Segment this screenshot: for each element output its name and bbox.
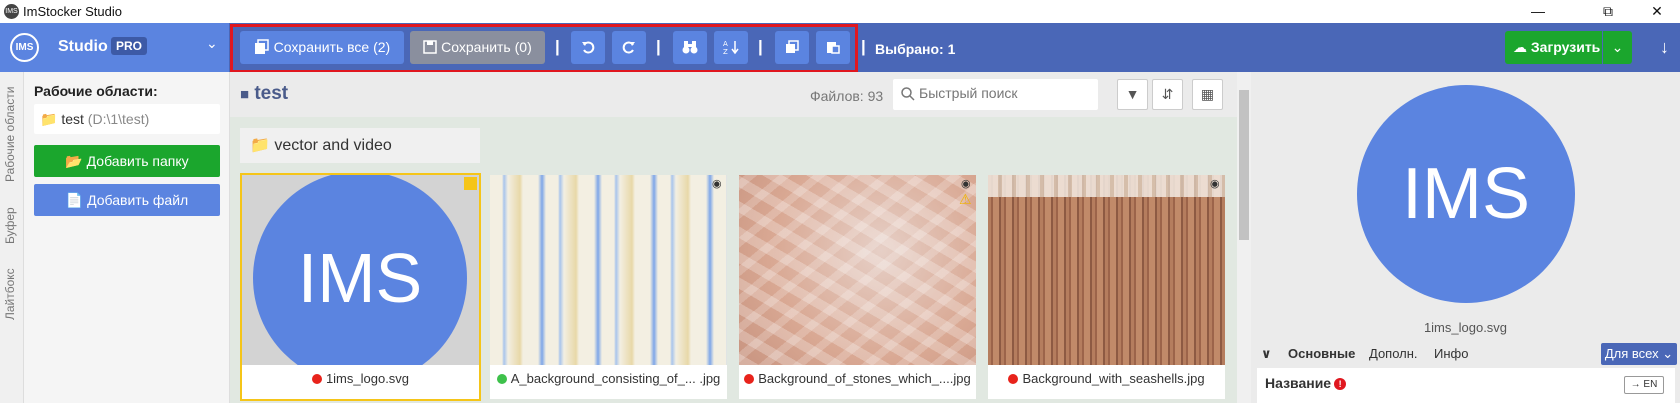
title-field-group: Название! → EN bbox=[1257, 368, 1675, 403]
apply-to-all-label: Для всех bbox=[1604, 346, 1659, 361]
ims-logo: IMS bbox=[253, 175, 467, 365]
brand-menu[interactable]: IMS Studio PRO ⌄ bbox=[0, 23, 229, 72]
thumbnail: ◉ bbox=[490, 175, 727, 365]
status-dot bbox=[496, 374, 507, 384]
add-folder-label: Добавить папку bbox=[86, 153, 189, 169]
chevron-down-icon: ⌄ bbox=[206, 35, 218, 51]
file-browser-header: ■ test Файлов: 93 ▼ ⇵ ▦ bbox=[230, 72, 1237, 117]
subfolder-item[interactable]: 📁 vector and video bbox=[240, 128, 480, 163]
restore-button[interactable]: ⧉ bbox=[1585, 0, 1631, 23]
filter-button[interactable]: ▼ bbox=[1117, 79, 1148, 110]
thumbnail: IMS bbox=[242, 175, 479, 365]
tab-workspaces-label: Рабочие области bbox=[3, 86, 17, 182]
filter-icon: ▼ bbox=[1125, 86, 1140, 102]
workspace-name: test bbox=[61, 111, 84, 127]
file-card[interactable]: IMS 1ims_logo.svg bbox=[240, 173, 481, 401]
scrollbar-thumb[interactable] bbox=[1239, 90, 1249, 240]
quick-search[interactable] bbox=[893, 79, 1098, 110]
file-caption: Background_of_stones_which_....jpg bbox=[739, 371, 976, 386]
title-bar: IMS ImStocker Studio — ⧉ ✕ bbox=[0, 0, 1680, 23]
close-button[interactable]: ✕ bbox=[1634, 0, 1680, 23]
thumbnail: ◉ ⚠ bbox=[739, 175, 976, 365]
minimize-button[interactable]: — bbox=[1515, 0, 1561, 23]
sort-icon: ⇵ bbox=[1161, 86, 1174, 102]
camera-icon: ◉ bbox=[961, 178, 971, 190]
status-dot bbox=[311, 374, 322, 384]
tab-additional[interactable]: Дополн. bbox=[1369, 346, 1418, 361]
pro-badge: PRO bbox=[111, 37, 148, 55]
upload-label: Загрузить bbox=[1530, 39, 1601, 55]
file-card[interactable]: ◉ Background_with_seashells.jpg bbox=[988, 175, 1225, 399]
add-file-label: Добавить файл bbox=[87, 192, 189, 208]
preview-image: IMS bbox=[1357, 85, 1575, 303]
file-card[interactable]: ◉ ⚠ Background_of_stones_which_....jpg bbox=[739, 175, 976, 399]
warning-icon: ⚠ bbox=[959, 191, 972, 207]
search-icon bbox=[901, 87, 915, 101]
vertical-scrollbar[interactable] bbox=[1237, 72, 1251, 403]
vector-badge-icon bbox=[464, 177, 477, 190]
tab-lightbox-label: Лайтбокс bbox=[3, 268, 17, 320]
file-caption: A_background_consisting_of_... .jpg bbox=[490, 371, 727, 386]
app-icon: IMS bbox=[4, 4, 19, 19]
brand-name: Studio bbox=[58, 38, 108, 55]
apply-to-all-dropdown[interactable]: Для всех ⌄ bbox=[1601, 343, 1677, 365]
file-card[interactable]: ◉ A_background_consisting_of_... .jpg bbox=[490, 175, 727, 399]
file-name: 1ims_logo.svg bbox=[325, 371, 410, 386]
upload-button[interactable]: ☁ Загрузить bbox=[1505, 31, 1602, 64]
ims-logo: IMS bbox=[10, 33, 39, 62]
current-folder-title: ■ test bbox=[240, 83, 288, 105]
camera-icon: ◉ bbox=[1210, 178, 1220, 190]
file-browser: ■ test Файлов: 93 ▼ ⇵ ▦ 📁 vector and vid… bbox=[230, 72, 1237, 403]
grid-icon: ▦ bbox=[1200, 86, 1215, 102]
translate-en-button[interactable]: → EN bbox=[1624, 376, 1664, 394]
subfolder-name: vector and video bbox=[274, 137, 392, 154]
file-name: Background_of_stones_which_....jpg bbox=[758, 371, 971, 386]
file-caption: 1ims_logo.svg bbox=[242, 371, 479, 386]
properties-tabs: ∨ Основные Дополн. Инфо Для всех ⌄ bbox=[1251, 340, 1680, 368]
workspaces-panel: Рабочие области: 📁 test (D:\1\test) 📂 До… bbox=[24, 72, 230, 403]
tab-main[interactable]: Основные bbox=[1288, 346, 1355, 361]
status-dot bbox=[1008, 374, 1019, 384]
upload-dropdown-button[interactable]: ⌄ bbox=[1603, 31, 1632, 64]
vector-icon: ∨ bbox=[1261, 346, 1272, 361]
workspace-path: (D:\1\test) bbox=[87, 111, 150, 127]
stones-pattern bbox=[739, 175, 976, 365]
file-name: Background_with_seashells.jpg bbox=[1022, 371, 1205, 386]
file-caption: Background_with_seashells.jpg bbox=[988, 371, 1225, 386]
current-folder-name: test bbox=[254, 83, 289, 104]
view-grid-button[interactable]: ▦ bbox=[1192, 79, 1223, 110]
vertical-tabs: Рабочие области Буфер Лайтбокс bbox=[0, 72, 24, 403]
folder-icon: ■ bbox=[240, 86, 250, 103]
folder-icon: 📁 bbox=[250, 137, 270, 154]
selected-count: Выбрано: 1 bbox=[875, 41, 956, 57]
camera-icon: ◉ bbox=[712, 178, 722, 190]
add-folder-button[interactable]: 📂 Добавить папку bbox=[34, 145, 220, 177]
tab-buffer-label: Буфер bbox=[3, 207, 17, 244]
download-arrow-icon[interactable]: ↓ bbox=[1660, 37, 1669, 58]
toolbar-highlight-box bbox=[230, 24, 858, 73]
search-input[interactable] bbox=[919, 85, 1091, 101]
status-dot bbox=[744, 374, 755, 384]
chevron-down-icon: ⌄ bbox=[1662, 346, 1674, 361]
tab-info[interactable]: Инфо bbox=[1434, 346, 1468, 361]
workspace-item[interactable]: 📁 test (D:\1\test) bbox=[34, 104, 220, 134]
title-field-label: Название! bbox=[1265, 375, 1347, 391]
cloud-upload-icon: ☁ bbox=[1513, 39, 1527, 55]
required-icon: ! bbox=[1334, 378, 1347, 390]
seashells-strip bbox=[988, 175, 1225, 197]
add-file-button[interactable]: 📄 Добавить файл bbox=[34, 184, 220, 216]
file-icon: 📄 bbox=[65, 192, 84, 208]
preview-file-name: 1ims_logo.svg bbox=[1423, 320, 1508, 335]
folder-icon: 📁 bbox=[40, 111, 58, 127]
sort-button[interactable]: ⇵ bbox=[1152, 79, 1183, 110]
window-title: ImStocker Studio bbox=[23, 4, 122, 19]
files-count: Файлов: 93 bbox=[810, 88, 884, 104]
thumbnail: ◉ bbox=[988, 175, 1225, 365]
toolbar-separator: | bbox=[861, 37, 866, 56]
chevron-down-icon: ⌄ bbox=[1611, 39, 1624, 55]
folder-open-icon: 📂 bbox=[65, 153, 83, 169]
workspaces-title: Рабочие области: bbox=[34, 83, 158, 99]
preview-panel: IMS 1ims_logo.svg ∨ Основные Дополн. Инф… bbox=[1251, 72, 1680, 403]
file-name: A_background_consisting_of_... .jpg bbox=[510, 371, 721, 386]
